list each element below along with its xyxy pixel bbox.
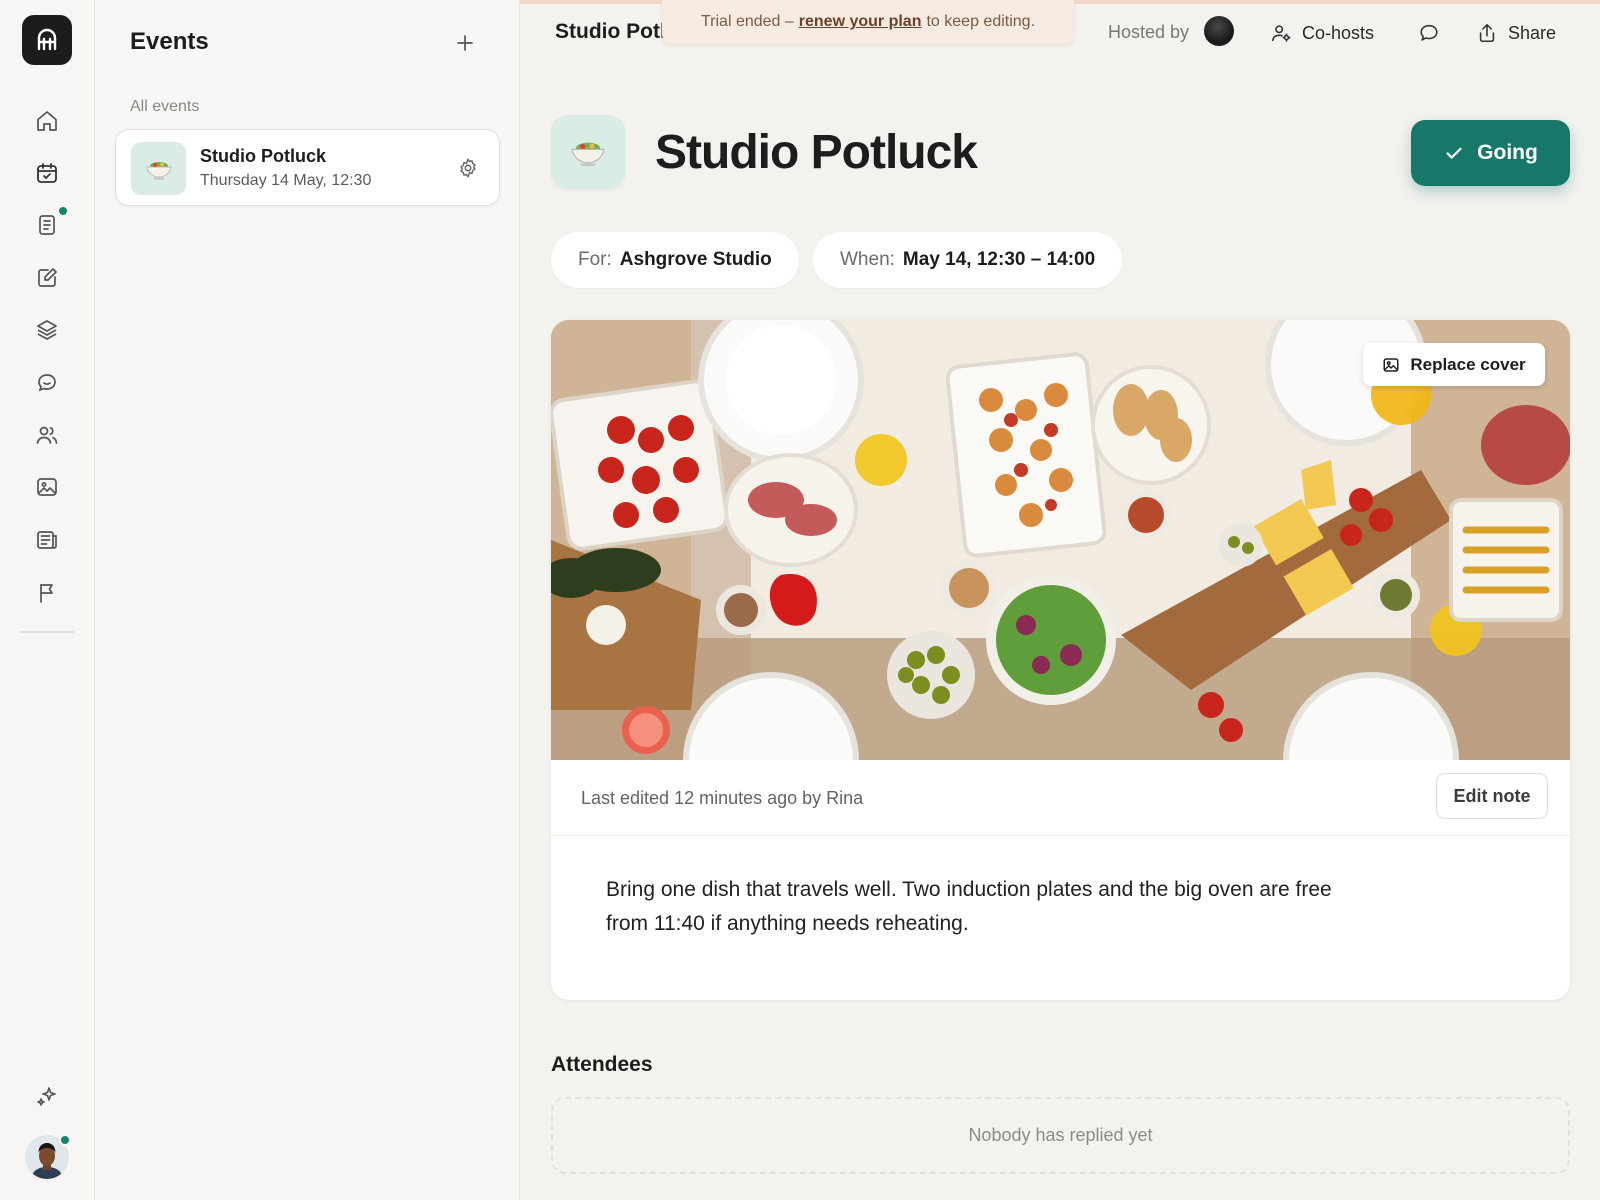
share-button[interactable]: Share [1476, 18, 1556, 48]
event-details-card: Replace cover Last edited 12 minutes ago… [551, 320, 1570, 1000]
note-toolbar: Last edited 12 minutes ago by Rina Edit … [551, 760, 1570, 836]
events-section-label: All events [130, 98, 200, 115]
page-header-title: Studio Potl [555, 20, 666, 43]
check-icon [1446, 147, 1462, 159]
share-label: Share [1508, 22, 1557, 43]
calendar-icon[interactable] [30, 156, 64, 190]
events-title: Events [130, 28, 209, 55]
image-icon [1383, 357, 1399, 372]
share-icon [1479, 23, 1495, 43]
renew-plan-link[interactable]: renew your plan [799, 13, 922, 31]
gear-icon [460, 158, 476, 178]
event-when-chip[interactable]: When: May 14, 12:30 – 14:00 [813, 232, 1123, 288]
attendees-empty-state: Nobody has replied yet [551, 1097, 1570, 1174]
app-rail [0, 0, 95, 1200]
event-item-name: Studio Potluck [200, 146, 326, 166]
notes-notification-dot [59, 207, 67, 215]
event-title: Studio Potluck [655, 126, 978, 179]
event-emoji-icon[interactable] [551, 115, 625, 189]
comment-icon [1420, 24, 1438, 41]
trial-suffix: to keep editing. [926, 13, 1036, 30]
flag-icon[interactable] [30, 576, 64, 610]
going-label: Going [1477, 141, 1538, 164]
events-sidebar: Events All events Studio Potluck Thursda… [95, 0, 520, 1200]
hosted-by-label: Hosted by [1108, 22, 1190, 42]
people-icon[interactable] [30, 418, 64, 452]
cohosts-icon [1271, 25, 1291, 42]
trial-prefix: Trial ended – [700, 13, 794, 30]
event-list-item[interactable]: Studio Potluck Thursday 14 May, 12:30 [115, 129, 500, 206]
image-icon[interactable] [30, 470, 64, 504]
for-value: Ashgrove Studio [619, 249, 772, 270]
cohosts-label: Co-hosts [1302, 22, 1375, 43]
logo-icon[interactable] [22, 15, 72, 65]
event-for-chip[interactable]: For: Ashgrove Studio [551, 232, 799, 288]
when-value: May 14, 12:30 – 14:00 [902, 249, 1096, 270]
online-status-dot [59, 1134, 71, 1146]
home-icon[interactable] [30, 104, 64, 138]
when-label: When: [840, 249, 895, 270]
trial-banner: Trial ended – renew your plan to keep ed… [662, 0, 1074, 44]
edit-icon[interactable] [30, 261, 64, 295]
add-event-button[interactable] [452, 30, 478, 56]
layers-icon[interactable] [30, 313, 64, 347]
salad-bowl-icon [131, 142, 186, 195]
event-item-date: Thursday 14 May, 12:30 [200, 172, 372, 189]
chat-icon[interactable] [30, 366, 64, 400]
cover-image: Replace cover [551, 320, 1570, 760]
rail-divider [20, 631, 74, 633]
cohosts-button[interactable]: Co-hosts [1270, 18, 1374, 48]
last-edited-text: Last edited 12 minutes ago by Rina [581, 788, 864, 808]
plus-icon [457, 35, 473, 51]
event-settings-button[interactable] [456, 156, 480, 180]
event-note-text: Bring one dish that travels well. Two in… [606, 878, 1332, 935]
host-avatar[interactable] [1204, 16, 1234, 46]
attendees-title: Attendees [551, 1053, 653, 1076]
for-label: For: [578, 249, 612, 270]
sparkle-icon[interactable] [30, 1080, 64, 1114]
edit-note-button[interactable]: Edit note [1436, 773, 1548, 819]
going-button[interactable]: Going [1411, 120, 1570, 186]
replace-cover-label: Replace cover [1410, 354, 1526, 374]
replace-cover-button[interactable]: Replace cover [1363, 343, 1545, 386]
comments-button[interactable] [1418, 18, 1440, 48]
newspaper-icon[interactable] [30, 523, 64, 557]
